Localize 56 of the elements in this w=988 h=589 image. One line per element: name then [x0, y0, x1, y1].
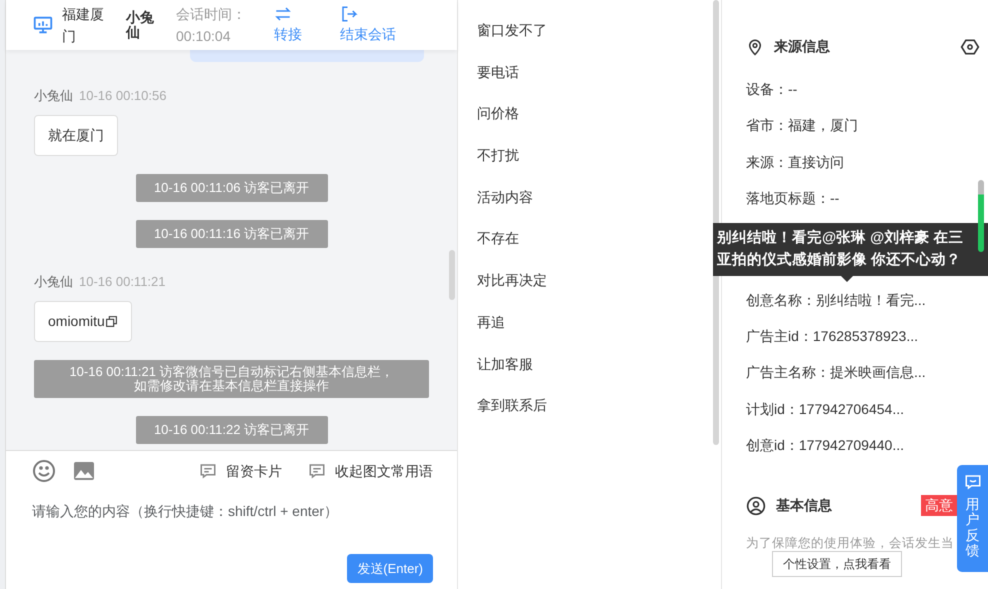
system-message: 10-16 00:11:21 访客微信号已自动标记右侧基本信息栏，: [68, 364, 395, 379]
quick-reply-item[interactable]: 问价格: [477, 103, 721, 146]
quick-reply-item[interactable]: 对比再决定: [477, 270, 721, 312]
info-row-text: 计划id：177942706454...: [746, 400, 905, 419]
info-row-text: 来源：直接访问: [746, 152, 845, 172]
copy-icon[interactable]: [104, 315, 118, 328]
lead-card-link[interactable]: 留资卡片: [199, 460, 282, 482]
info-row-text: 广告主名称：提米映画信息...: [746, 363, 927, 382]
system-message: 如需修改请在基本信息栏直接操作: [133, 378, 330, 394]
visitor-name: 小兔仙: [126, 10, 155, 40]
message-time: 10-16 00:10:56: [79, 88, 166, 103]
system-message: 10-16 00:11:06 访客已离开: [136, 174, 328, 202]
location-pin-icon: [746, 38, 764, 56]
emoji-icon[interactable]: [32, 459, 56, 483]
comment-icon: [964, 473, 982, 491]
user-circle-icon: [746, 496, 766, 516]
section-title: 基本信息: [776, 496, 832, 516]
quick-reply-item[interactable]: 活动内容: [477, 186, 721, 228]
comment-icon: [199, 462, 217, 480]
message-bubble: 就在厦门: [34, 114, 118, 156]
message-time: 10-16 00:11:21: [79, 274, 166, 290]
sender-name: 小兔仙: [34, 274, 73, 290]
notice-text: 为了保障您的使用体验，会话发生当: [746, 535, 951, 552]
quick-reply-item[interactable]: 再追: [477, 312, 721, 354]
system-message: 10-16 00:11:16 访客已离开: [136, 220, 328, 248]
info-row-text: 省市：福建，厦门: [746, 116, 859, 136]
info-row-text: 创意id：177942709440...: [746, 436, 905, 456]
session-time: 00:10:04: [176, 27, 232, 46]
sender-name: 小兔仙: [34, 88, 73, 103]
section-title: 来源信息: [774, 37, 830, 56]
settings-icon[interactable]: [960, 36, 980, 56]
info-row-text: 创意名称：别纠结啦！看完...: [746, 290, 927, 310]
monitor-icon: [32, 14, 54, 36]
quick-reply-item[interactable]: 要电话: [477, 62, 721, 104]
scrollbar-drawing: [978, 180, 984, 252]
quick-reply-item[interactable]: 让加客服: [477, 354, 721, 396]
quick-reply-item[interactable]: 窗口发不了: [477, 20, 721, 62]
tooltip-text: 别纠结啦！看完@张琳 @刘梓豪 在三: [717, 228, 964, 248]
quick-reply-item[interactable]: 拿到联系后: [477, 395, 721, 437]
collapse-phrases-link[interactable]: 收起图文常用语: [308, 460, 433, 482]
tooltip-text: 亚拍的仪式感婚前影像 你还不心动？: [717, 250, 962, 270]
exit-icon: [340, 4, 358, 23]
info-row-text: 落地页标题：--: [746, 189, 840, 208]
info-row-text: 设备：--: [746, 80, 798, 99]
scrollbar-drawing: [449, 250, 455, 300]
comment-icon: [308, 462, 326, 480]
session-time-label: 会话时间：: [176, 4, 247, 24]
image-icon[interactable]: [72, 459, 96, 483]
quick-reply-item[interactable]: 不打扰: [477, 145, 721, 187]
message-bubble: omiomitu: [34, 300, 132, 342]
info-row-text: 广告主id：176285378923...: [746, 326, 919, 346]
system-message: 10-16 00:11:22 访客已离开: [136, 416, 328, 444]
intent-tag: 高意: [921, 495, 957, 516]
tooltip: 个性设置，点我看看: [772, 551, 902, 578]
swap-arrows-icon: [274, 4, 292, 23]
location-text: 福建厦门: [62, 4, 105, 46]
